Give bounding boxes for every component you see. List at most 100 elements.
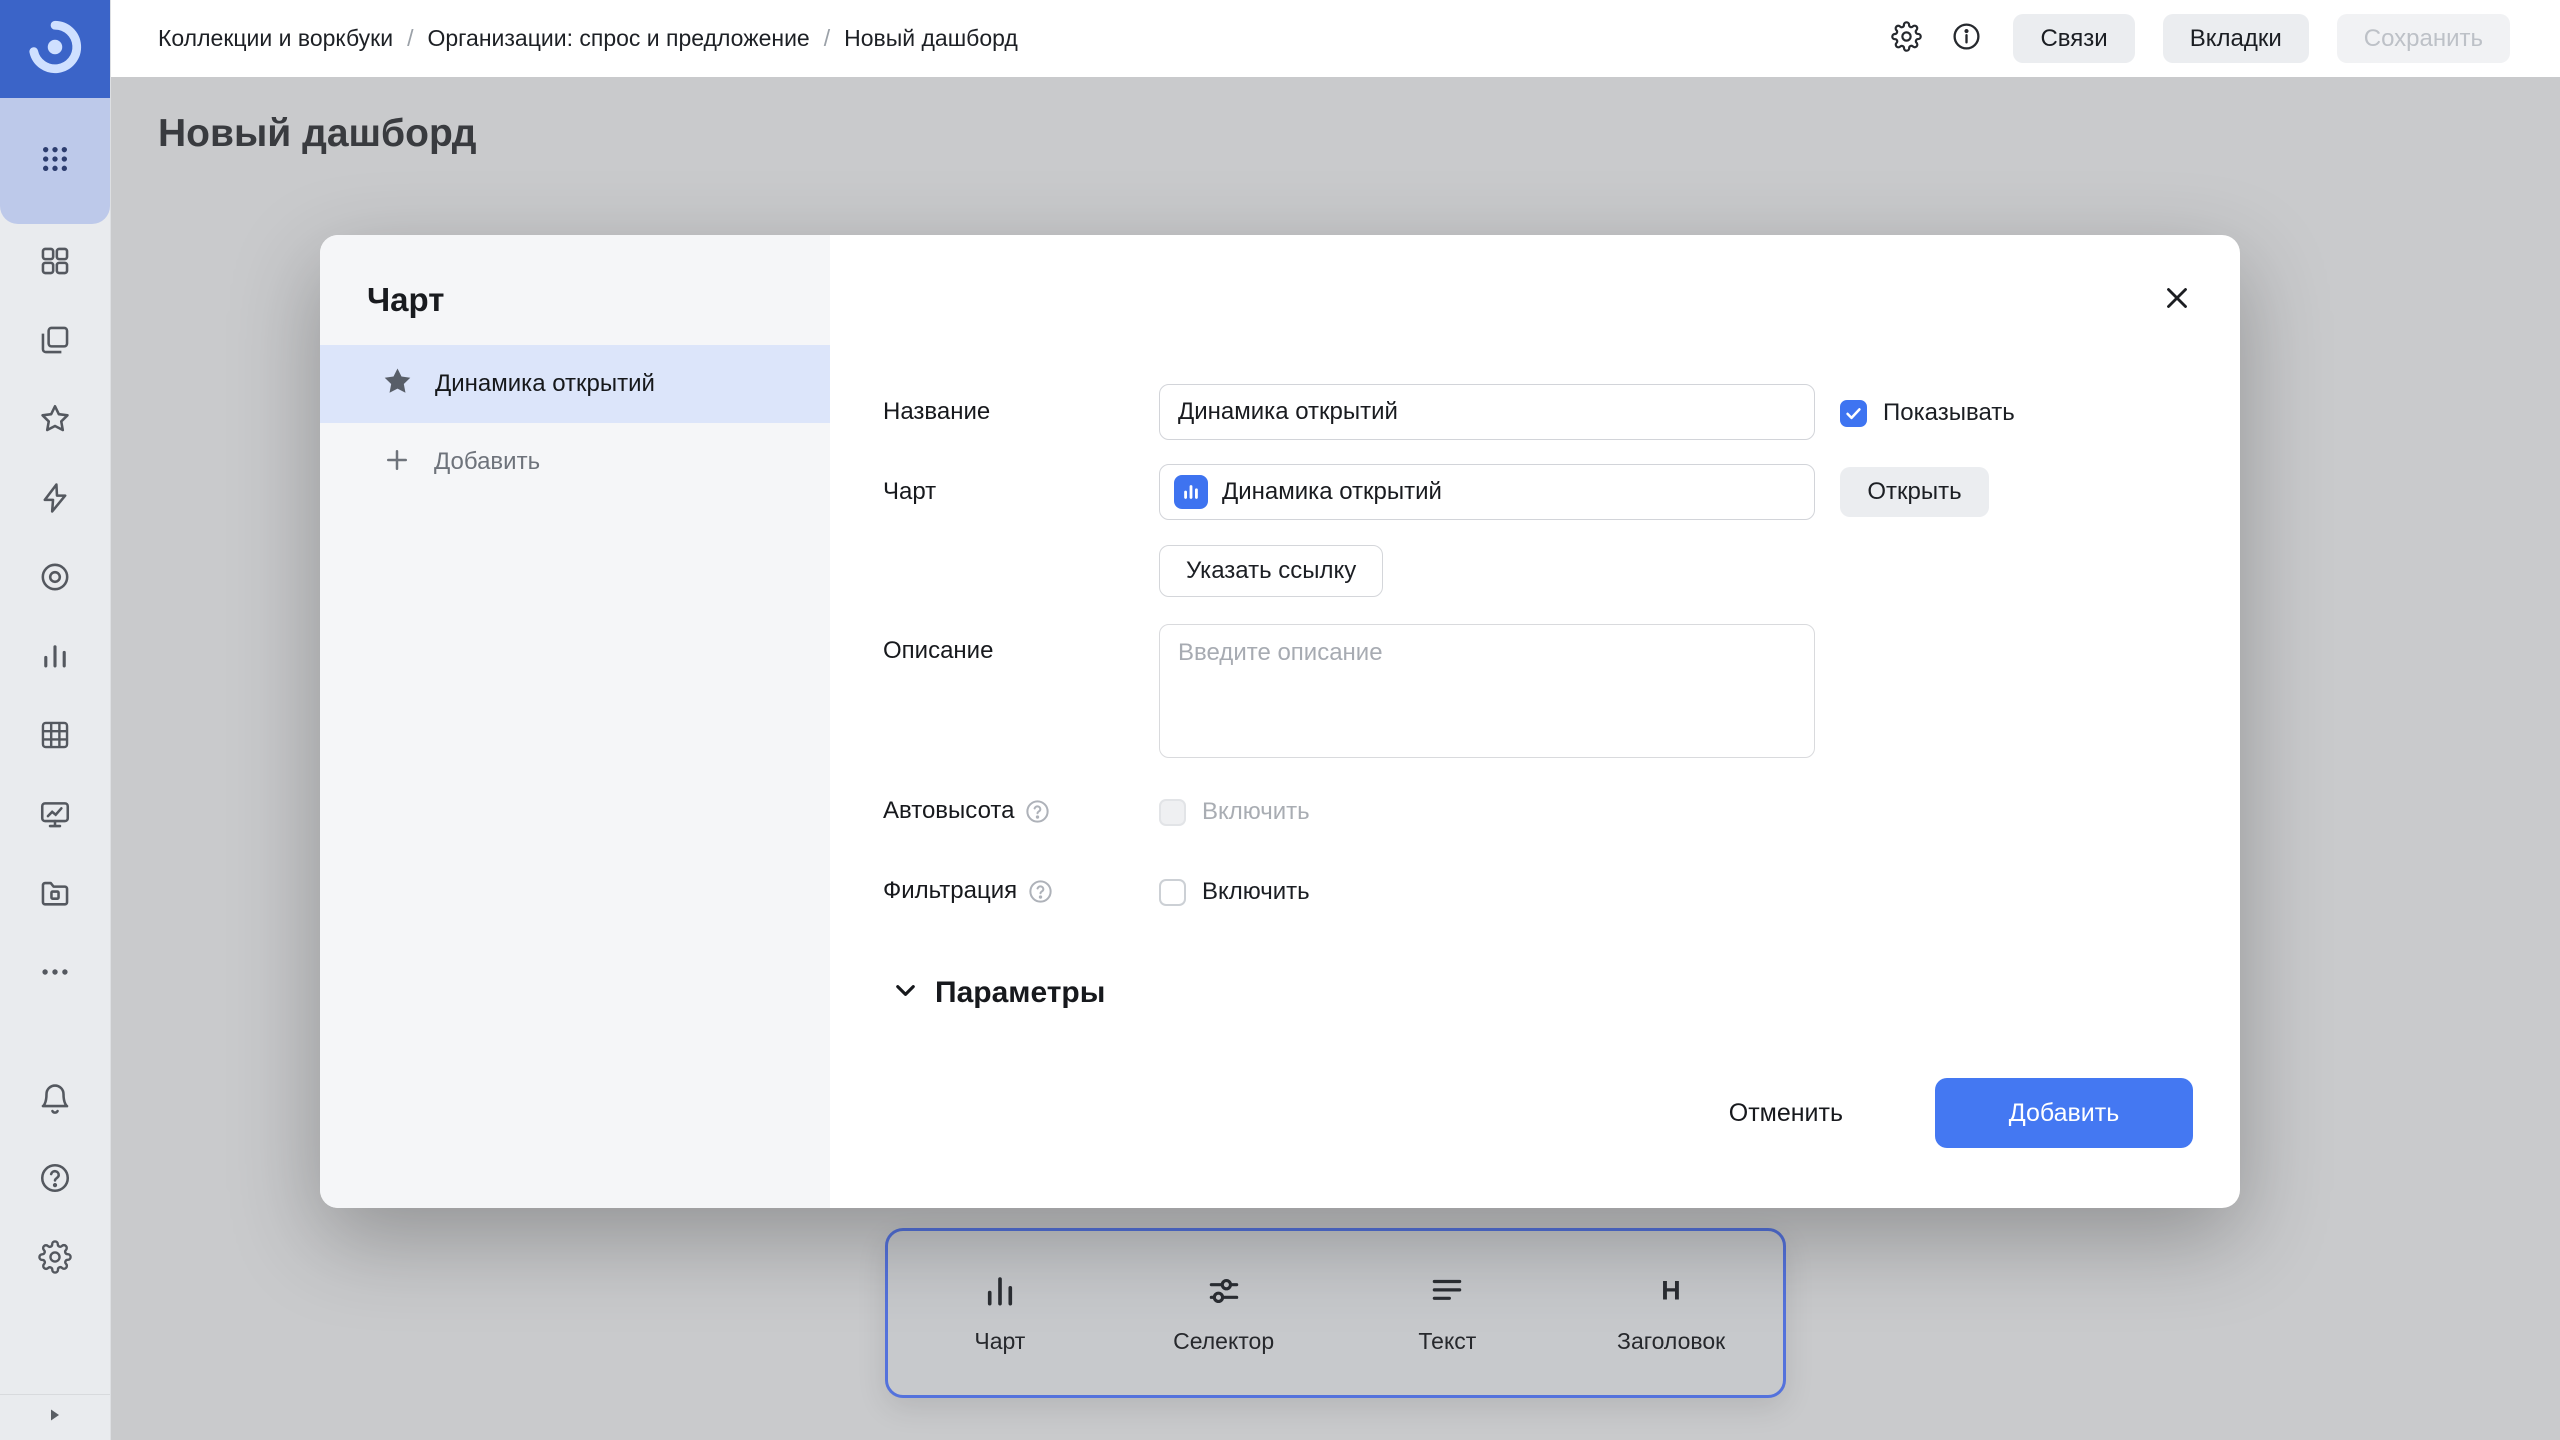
autoheight-checkbox-row: Включить	[1159, 798, 1310, 826]
chart-bars-icon	[981, 1272, 1019, 1315]
show-checkbox[interactable]	[1840, 400, 1867, 427]
chart-bars-icon	[1174, 475, 1208, 509]
star-icon	[381, 365, 414, 403]
name-input[interactable]	[1159, 384, 1815, 440]
chart-list-item-selected[interactable]: Динамика открытий	[320, 345, 830, 423]
logo-button[interactable]	[0, 0, 110, 98]
datalens-logo-icon	[26, 18, 84, 81]
add-chart-dialog: Чарт Динамика открытий Добавить Название	[320, 235, 2240, 1208]
breadcrumb: Коллекции и воркбуки / Организации: спро…	[158, 25, 1018, 52]
panel-item-label: Текст	[1418, 1328, 1476, 1355]
bar-chart-icon	[38, 639, 72, 678]
sidebar-item-notifications[interactable]	[0, 1062, 110, 1141]
panel-item-label: Селектор	[1173, 1328, 1274, 1355]
top-bar-actions: Связи Вкладки Сохранить	[1887, 14, 2510, 63]
sidebar-item-dashboards[interactable]	[0, 224, 110, 303]
close-button[interactable]	[2158, 281, 2196, 319]
sidebar-item-charts[interactable]	[0, 619, 110, 698]
svg-text:H: H	[1661, 1275, 1680, 1305]
dialog-title: Чарт	[367, 281, 444, 319]
open-chart-button[interactable]: Открыть	[1840, 467, 1989, 517]
filtering-checkbox[interactable]	[1159, 879, 1186, 906]
breadcrumb-collections[interactable]: Коллекции и воркбуки	[158, 25, 393, 52]
apps-grid-button[interactable]	[0, 98, 110, 224]
info-icon	[1951, 21, 1982, 57]
breadcrumb-workbook[interactable]: Организации: спрос и предложение	[427, 25, 809, 52]
sidebar-bottom-nav	[0, 1062, 110, 1299]
show-checkbox-label: Показывать	[1883, 399, 2015, 427]
page-title: Новый дашборд	[158, 112, 477, 156]
autoheight-label: Автовысота	[883, 796, 1051, 826]
filtering-checkbox-row[interactable]: Включить	[1159, 878, 1310, 906]
close-icon	[2160, 281, 2194, 320]
sidebar-item-monitoring[interactable]	[0, 540, 110, 619]
question-icon[interactable]	[1027, 878, 1054, 905]
description-textarea[interactable]	[1159, 624, 1815, 758]
panel-item-text[interactable]: Текст	[1336, 1231, 1560, 1395]
sidebar-nav	[0, 224, 110, 1014]
sidebar-item-help[interactable]	[0, 1141, 110, 1220]
help-icon	[38, 1161, 72, 1200]
gear-icon	[38, 1240, 72, 1279]
show-checkbox-row[interactable]: Показывать	[1840, 399, 2015, 427]
widget-add-panel: Чарт Селектор Текст H Заголовок	[885, 1228, 1786, 1398]
dialog-footer: Отменить Добавить	[1729, 1078, 2193, 1148]
settings-button[interactable]	[1887, 20, 1925, 58]
filtering-toggle-label: Включить	[1202, 878, 1310, 906]
table-icon	[38, 718, 72, 757]
sidebar-item-queries[interactable]	[0, 461, 110, 540]
autoheight-checkbox[interactable]	[1159, 799, 1186, 826]
gear-icon	[1891, 21, 1922, 57]
links-button[interactable]: Связи	[2013, 14, 2134, 63]
cancel-button[interactable]: Отменить	[1729, 1099, 1843, 1128]
panel-item-label: Заголовок	[1617, 1328, 1725, 1355]
folder-icon	[38, 876, 72, 915]
top-bar: Коллекции и воркбуки / Организации: спро…	[111, 0, 2560, 77]
check-icon	[1844, 404, 1863, 423]
breadcrumb-separator: /	[824, 25, 830, 52]
star-icon	[38, 402, 72, 441]
collections-layers-icon	[38, 323, 72, 362]
save-button[interactable]: Сохранить	[2337, 14, 2510, 63]
add-button[interactable]: Добавить	[1935, 1078, 2193, 1148]
sidebar-item-datasets[interactable]	[0, 698, 110, 777]
breadcrumb-current: Новый дашборд	[844, 25, 1018, 52]
name-label: Название	[883, 397, 990, 427]
parameters-label: Параметры	[935, 976, 1105, 1010]
collapse-arrow-icon	[42, 1403, 66, 1432]
app-root: Коллекции и воркбуки / Организации: спро…	[0, 0, 2560, 1440]
tabs-button[interactable]: Вкладки	[2163, 14, 2309, 63]
specify-link-button[interactable]: Указать ссылку	[1159, 545, 1383, 597]
parameters-section-toggle[interactable]: Параметры	[890, 975, 1105, 1011]
panel-item-chart[interactable]: Чарт	[888, 1231, 1112, 1395]
ellipsis-icon	[38, 955, 72, 994]
panel-item-label: Чарт	[974, 1328, 1025, 1355]
sidebar-item-settings[interactable]	[0, 1220, 110, 1299]
description-label: Описание	[883, 636, 993, 666]
dialog-form: Название Показывать Чарт Динамика открыт…	[830, 235, 2240, 1208]
apps-grid-icon	[39, 143, 71, 180]
dialog-side-panel: Чарт Динамика открытий Добавить	[320, 235, 830, 1208]
plus-icon	[382, 445, 412, 480]
sidebar-item-more[interactable]	[0, 935, 110, 1014]
panel-item-heading[interactable]: H Заголовок	[1559, 1231, 1783, 1395]
panel-item-selector[interactable]: Селектор	[1112, 1231, 1336, 1395]
add-chart-list-label: Добавить	[434, 448, 540, 476]
add-chart-list-button[interactable]: Добавить	[320, 423, 830, 501]
question-icon[interactable]	[1024, 798, 1051, 825]
sidebar-collapse-button[interactable]	[0, 1394, 110, 1440]
lightning-icon	[38, 481, 72, 520]
chevron-down-icon	[890, 975, 921, 1011]
sidebar-item-collections[interactable]	[0, 303, 110, 382]
monitor-icon	[38, 797, 72, 836]
sidebar-item-storage[interactable]	[0, 856, 110, 935]
chart-select-field[interactable]: Динамика открытий	[1159, 464, 1815, 520]
info-button[interactable]	[1947, 20, 1985, 58]
sidebar-item-favorites[interactable]	[0, 382, 110, 461]
chart-label: Чарт	[883, 477, 936, 507]
circles-icon	[38, 560, 72, 599]
heading-icon: H	[1652, 1272, 1690, 1315]
dashboards-grid-icon	[38, 244, 72, 283]
sidebar-item-editor[interactable]	[0, 777, 110, 856]
breadcrumb-separator: /	[407, 25, 413, 52]
